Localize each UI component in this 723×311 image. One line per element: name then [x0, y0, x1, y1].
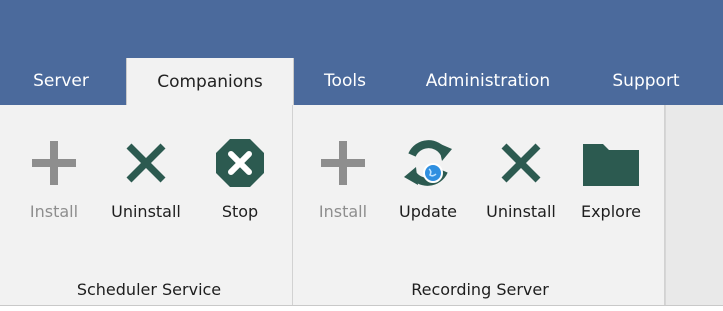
- button-label: Update: [399, 202, 457, 221]
- group-divider: [664, 105, 665, 305]
- tab-server[interactable]: Server: [22, 56, 100, 105]
- scheduler-install-button[interactable]: Install: [20, 128, 88, 238]
- x-icon: [124, 128, 168, 198]
- scheduler-uninstall-button[interactable]: Uninstall: [100, 128, 192, 238]
- button-label: Uninstall: [111, 202, 181, 221]
- tab-tools[interactable]: Tools: [310, 56, 380, 105]
- group-divider: [292, 105, 293, 305]
- button-label: Install: [29, 202, 79, 221]
- stop-octagon-icon: [214, 128, 266, 198]
- tab-administration[interactable]: Administration: [408, 56, 568, 105]
- folder-icon: [581, 128, 641, 198]
- tab-support[interactable]: Support: [596, 56, 696, 105]
- button-label: Install: [318, 202, 368, 221]
- recording-uninstall-button[interactable]: Uninstall: [475, 128, 567, 238]
- recording-install-button[interactable]: Install: [308, 128, 378, 238]
- x-icon: [499, 128, 543, 198]
- recording-update-button[interactable]: Update: [390, 128, 466, 238]
- update-globe-icon: [398, 128, 458, 198]
- plus-icon: [319, 128, 367, 198]
- tab-companions[interactable]: Companions: [126, 58, 294, 106]
- plus-icon: [30, 128, 78, 198]
- group-label-recording: Recording Server: [411, 280, 549, 299]
- button-label: Stop: [221, 202, 259, 221]
- group-label-scheduler: Scheduler Service: [76, 280, 222, 299]
- recording-explore-button[interactable]: Explore: [570, 128, 652, 238]
- ribbon-empty-area: [665, 105, 723, 305]
- scheduler-stop-button[interactable]: Stop: [205, 128, 275, 238]
- button-label: Uninstall: [486, 202, 556, 221]
- button-label: Explore: [580, 202, 642, 221]
